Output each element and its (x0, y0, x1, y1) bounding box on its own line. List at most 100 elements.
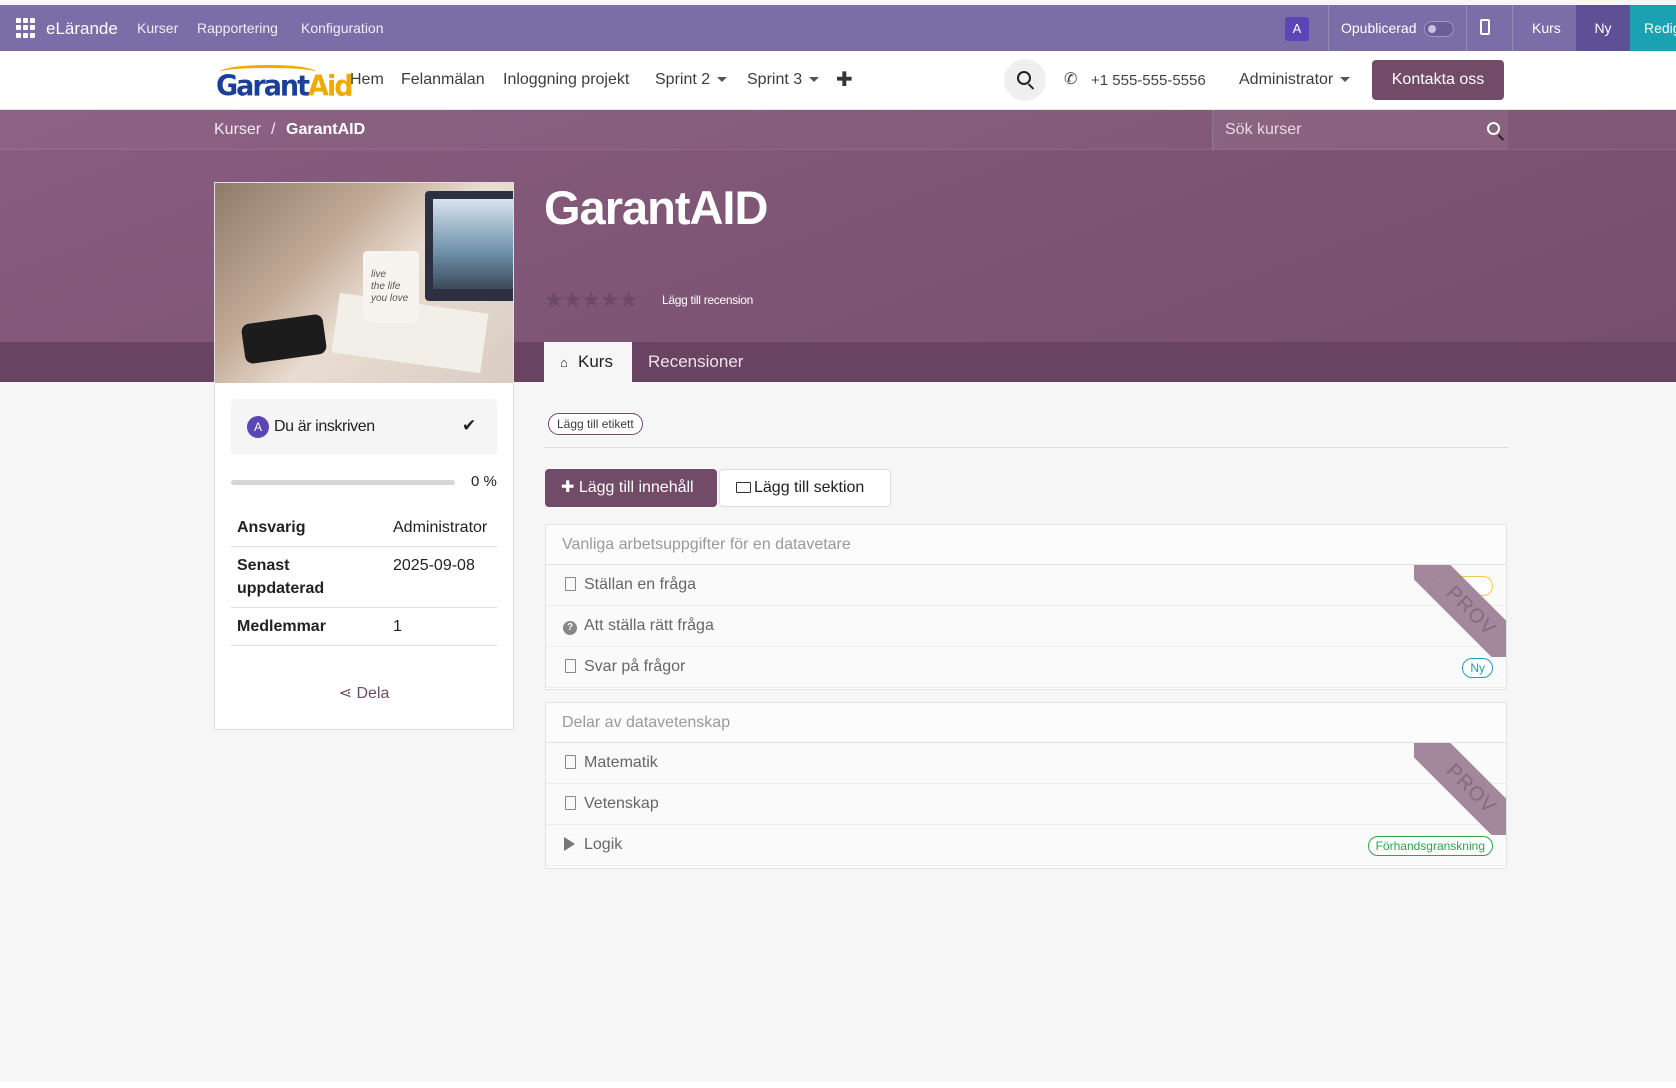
avatar: A (247, 416, 269, 438)
course-section: Delar av datavetenskap Matematik Vetensk… (545, 702, 1507, 869)
phone-icon: ✆ (1064, 71, 1078, 88)
add-section-button[interactable]: Lägg till sektion (719, 469, 891, 507)
list-item[interactable]: Ställan en fråga (546, 565, 1506, 606)
add-content-label: Lägg till innehåll (578, 479, 694, 496)
publish-toggle[interactable] (1424, 21, 1454, 37)
apps-menu-icon[interactable] (16, 18, 36, 38)
table-row: Medlemmar 1 (231, 607, 497, 646)
progress-bar (231, 480, 455, 485)
check-icon: ✔ (462, 416, 477, 435)
breadcrumb-parent[interactable]: Kurser (214, 121, 261, 139)
responsible-value: Administrator (387, 509, 497, 547)
contact-button[interactable]: Kontakta oss (1372, 60, 1504, 100)
members-label: Medlemmar (231, 607, 387, 646)
members-value: 1 (387, 607, 497, 646)
user-avatar[interactable]: A (1285, 17, 1309, 41)
logo-text-a: Garant (216, 70, 310, 103)
lesson-title: Att ställa rätt fråga (584, 617, 714, 634)
list-item[interactable]: Logik Förhandsgranskning (546, 825, 1506, 866)
tab-reviews[interactable]: Recensioner (648, 342, 743, 382)
nav-sprint2-label: Sprint 2 (655, 71, 711, 88)
preview-badge: Förhandsgranskning (1367, 836, 1493, 856)
nav-login-project[interactable]: Inloggning projekt (503, 71, 629, 89)
breadcrumb-separator: / (271, 121, 276, 138)
divider (544, 447, 1508, 448)
user-menu-label: Administrator (1239, 71, 1334, 88)
site-logo[interactable]: GarantAid (214, 59, 354, 105)
nav-sprint3-label: Sprint 3 (747, 71, 803, 88)
add-menu-icon[interactable]: ✚ (836, 67, 853, 92)
admin-navbar: eLärande Kurser Rapportering Konfigurati… (0, 5, 1676, 51)
phone-number[interactable]: +1 555-555-5556 (1091, 72, 1206, 89)
lesson-title: Vetenskap (584, 795, 659, 812)
mobile-preview-icon[interactable] (1480, 19, 1490, 35)
logo-text-b: Aid (308, 70, 354, 103)
search-button[interactable] (1004, 59, 1046, 101)
add-tag-button[interactable]: Lägg till etikett (548, 413, 643, 435)
document-icon (565, 577, 576, 591)
pdf-icon (565, 659, 576, 673)
share-label: Dela (356, 685, 390, 702)
site-header: GarantAid Hem Felanmälan Inloggning proj… (0, 51, 1676, 110)
plus-icon: ✚ (561, 479, 579, 496)
lesson-title: Matematik (584, 754, 658, 771)
course-section: Vanliga arbetsuppgifter för en datavetar… (545, 524, 1507, 690)
status-badge (1429, 576, 1493, 596)
nav-report[interactable]: Felanmälan (401, 71, 485, 89)
page-bottom (0, 1082, 1676, 1088)
search-icon (1017, 71, 1031, 85)
divider (1328, 5, 1329, 51)
divider (1512, 5, 1513, 51)
course-info-table: Ansvarig Administrator Senast uppdaterad… (231, 509, 497, 646)
enrollment-status: A Du är inskriven ✔ (231, 399, 497, 455)
rating-stars[interactable]: ★★★★★ (544, 287, 639, 313)
section-title[interactable]: Vanliga arbetsuppgifter för en datavetar… (546, 525, 1506, 565)
add-review-link[interactable]: Lägg till recension (662, 293, 753, 307)
nav-home[interactable]: Hem (350, 71, 384, 89)
updated-label: Senast uppdaterad (231, 546, 387, 608)
edit-button[interactable]: Redigera (1630, 5, 1676, 51)
publish-status-label: Opublicerad (1341, 20, 1417, 36)
play-icon (564, 837, 575, 851)
search-icon[interactable] (1487, 122, 1500, 135)
list-item[interactable]: ? Att ställa rätt fråga (546, 606, 1506, 647)
new-button[interactable]: Ny (1576, 5, 1630, 51)
app-name[interactable]: eLärande (46, 19, 118, 39)
home-icon: ⌂ (560, 355, 568, 370)
responsible-label: Ansvarig (231, 509, 387, 547)
menu-konfiguration[interactable]: Konfiguration (301, 20, 384, 36)
share-button[interactable]: ⋖ Dela (215, 683, 513, 703)
user-menu[interactable]: Administrator (1239, 71, 1351, 89)
tab-course[interactable]: ⌂ Kurs (544, 342, 632, 382)
course-search (1212, 110, 1508, 150)
progress-percent: 0 % (471, 473, 497, 490)
nav-sprint2[interactable]: Sprint 2 (655, 71, 728, 89)
menu-rapportering[interactable]: Rapportering (197, 20, 278, 36)
add-content-button[interactable]: ✚ Lägg till innehåll (545, 469, 717, 507)
course-button[interactable]: Kurs (1532, 20, 1561, 36)
table-row: Ansvarig Administrator (231, 509, 497, 547)
section-title[interactable]: Delar av datavetenskap (546, 703, 1506, 743)
chevron-down-icon (1340, 77, 1351, 83)
breadcrumb: Kurser / GarantAID (0, 110, 1676, 150)
nav-sprint3[interactable]: Sprint 3 (747, 71, 820, 89)
folder-icon (736, 482, 751, 493)
new-badge: Ny (1462, 658, 1493, 678)
divider (1466, 5, 1467, 51)
lesson-title: Logik (584, 836, 623, 853)
course-title: GarantAID (544, 181, 768, 234)
list-item[interactable]: Svar på frågor Ny (546, 647, 1506, 688)
table-row: Senast uppdaterad 2025-09-08 (231, 546, 497, 608)
course-sidebar: live the life you love A Du är inskriven ✔… (214, 182, 514, 730)
chevron-down-icon (809, 77, 820, 83)
list-item[interactable]: Matematik (546, 743, 1506, 784)
course-search-input[interactable] (1225, 120, 1465, 140)
breadcrumb-current: GarantAID (286, 121, 366, 138)
question-circle-icon: ? (563, 621, 577, 635)
list-item[interactable]: Vetenskap (546, 784, 1506, 825)
course-cover-image: live the life you love (215, 183, 513, 383)
chevron-down-icon (717, 77, 728, 83)
pdf-icon (565, 796, 576, 810)
menu-kurser[interactable]: Kurser (137, 20, 178, 36)
pdf-icon (565, 755, 576, 769)
